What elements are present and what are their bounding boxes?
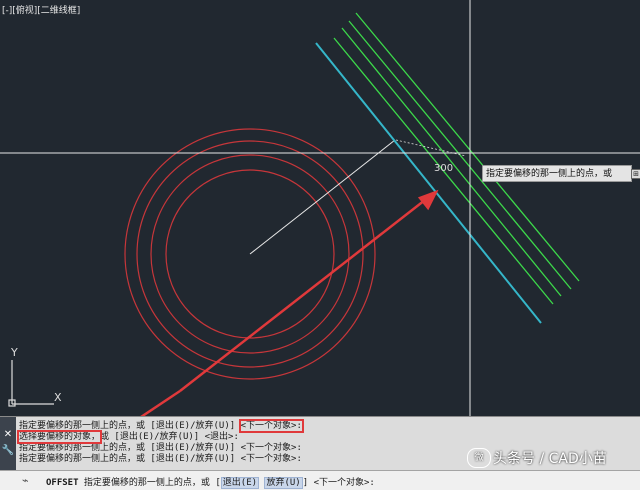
highlight-select-object: 选择要偏移的对象， xyxy=(16,430,103,444)
drawing-viewport[interactable]: [-][俯视][二维线框] 300 指定要偏移的那一侧上的点，或 ⊞ Y X xyxy=(0,0,640,416)
highlight-next-object: <下一个对象>: xyxy=(238,419,304,433)
prompt-text: 指定要偏移的那一侧上的点，或 [ xyxy=(78,478,221,488)
drawing-canvas[interactable] xyxy=(0,0,640,416)
command-side-bar: ✕ 🔧 xyxy=(0,417,16,471)
tooltip-expand-icon[interactable]: ⊞ xyxy=(631,169,640,179)
watermark-text: 头条号 / CAD小苗 xyxy=(493,451,607,467)
dimension-line xyxy=(395,139,467,157)
annotation-arrow-1 xyxy=(140,389,181,416)
command-prompt[interactable]: OFFSET 指定要偏移的那一侧上的点，或 [退出(E) 放弃(U)] <下一个… xyxy=(46,475,375,489)
history-text: 或 [退出(E)/放弃(U)] <退出>: xyxy=(100,432,239,442)
ucs-x-label: X xyxy=(54,391,62,404)
command-name: OFFSET xyxy=(46,478,79,488)
ucs-y-label: Y xyxy=(11,346,18,359)
annotation-arrowhead xyxy=(417,189,439,211)
offset-line-4 xyxy=(355,12,580,282)
ucs-icon xyxy=(8,360,54,407)
selected-line xyxy=(315,42,542,324)
viewport-label[interactable]: [-][俯视][二维线框] xyxy=(2,3,80,16)
history-line: 指定要偏移的那一侧上的点，或 [退出(E)/放弃(U)] <下一个对象>: xyxy=(19,419,640,433)
dynamic-input-tooltip: 指定要偏移的那一侧上的点，或 xyxy=(482,165,632,182)
option-exit[interactable]: 退出(E) xyxy=(220,477,260,489)
command-prompt-icon[interactable]: ⌁ xyxy=(22,474,29,487)
watermark-logo: 微 xyxy=(467,448,491,468)
close-icon[interactable]: ✕ xyxy=(0,427,16,443)
distance-readout: 300 xyxy=(434,163,454,174)
option-undo[interactable]: 放弃(U) xyxy=(264,477,303,489)
prompt-tail: ] <下一个对象>: xyxy=(302,478,375,488)
wrench-icon[interactable]: 🔧 xyxy=(0,443,16,459)
history-text: 指定要偏移的那一侧上的点，或 [退出(E)/放弃(U)] <下一个对象>: xyxy=(19,454,302,464)
annotation-arrow-2 xyxy=(179,199,426,392)
history-text: 指定要偏移的那一侧上的点，或 [退出(E)/放弃(U)] xyxy=(19,421,241,431)
history-line: 选择要偏移的对象，或 [退出(E)/放弃(U)] <退出>: xyxy=(16,430,640,444)
watermark: 微 头条号 / CAD小苗 xyxy=(467,448,639,470)
history-text: 指定要偏移的那一侧上的点，或 [退出(E)/放弃(U)] <下一个对象>: xyxy=(19,443,302,453)
command-line-input[interactable]: ⌁ OFFSET 指定要偏移的那一侧上的点，或 [退出(E) 放弃(U)] <下… xyxy=(0,470,640,490)
